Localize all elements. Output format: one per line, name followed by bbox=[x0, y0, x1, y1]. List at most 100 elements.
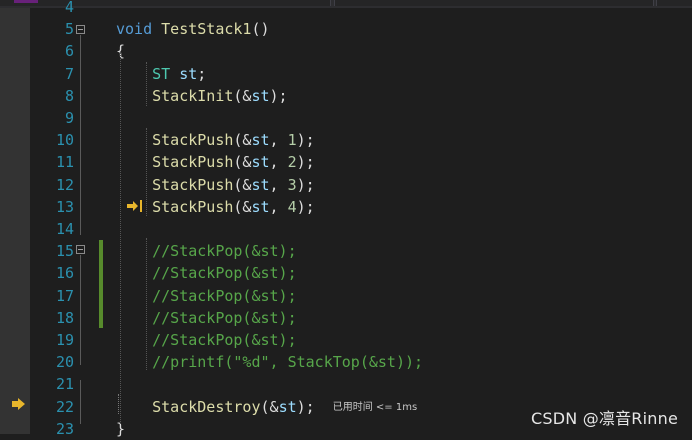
line-number: 23 bbox=[55, 419, 74, 438]
code-text: //printf("%d", StackTop(&st)); bbox=[116, 351, 423, 373]
code-token: st bbox=[278, 397, 297, 416]
line-number: 7 bbox=[64, 64, 74, 83]
code-token: ); bbox=[296, 197, 315, 216]
line-number: 17 bbox=[55, 286, 74, 305]
line-number: 13 bbox=[55, 197, 74, 216]
step-into-marker-icon bbox=[127, 200, 142, 212]
code-token: ); bbox=[296, 175, 315, 194]
indent-guide bbox=[146, 128, 147, 216]
code-token: StackPush bbox=[152, 131, 234, 150]
line-number: 5 bbox=[64, 20, 74, 39]
code-text: //StackPop(&st); bbox=[116, 329, 297, 351]
line-number: 19 bbox=[55, 331, 74, 349]
code-line[interactable]: 18 //StackPop(&st); bbox=[30, 307, 692, 329]
line-number: 20 bbox=[55, 353, 74, 372]
fold-range-line bbox=[80, 35, 81, 235]
glyph-margin[interactable] bbox=[0, 8, 30, 434]
code-token: st bbox=[251, 153, 270, 172]
code-line[interactable]: 16 //StackPop(&st); bbox=[30, 262, 692, 284]
code-token: StackDestroy bbox=[152, 397, 261, 416]
code-token: TestStack1 bbox=[161, 20, 252, 39]
code-token: //StackPop(&st); bbox=[152, 308, 297, 327]
code-token: () bbox=[251, 20, 270, 39]
code-text: //StackPop(&st); bbox=[116, 307, 297, 329]
line-number: 10 bbox=[55, 131, 74, 150]
code-token: //StackPop(&st); bbox=[152, 242, 297, 261]
line-number: 4 bbox=[64, 0, 74, 16]
code-token: StackInit bbox=[152, 86, 234, 105]
code-token: //printf("%d", StackTop(&st)); bbox=[152, 353, 424, 372]
code-text: StackInit(&st); bbox=[116, 85, 288, 107]
fold-range-line bbox=[80, 380, 81, 424]
indent-guide bbox=[146, 238, 147, 370]
code-token: //StackPop(&st); bbox=[152, 331, 297, 349]
code-line[interactable]: 5 void TestStack1() bbox=[30, 18, 692, 40]
code-line[interactable]: 6{ bbox=[30, 40, 692, 62]
fold-range-line bbox=[80, 255, 81, 365]
code-token: st bbox=[179, 64, 198, 83]
code-token: st bbox=[251, 131, 270, 150]
code-token: 2 bbox=[287, 153, 297, 172]
line-number: 14 bbox=[55, 220, 74, 238]
code-token: ); bbox=[296, 153, 315, 172]
line-number: 12 bbox=[55, 175, 74, 194]
text-caret bbox=[118, 394, 121, 414]
code-line[interactable]: 4 bbox=[30, 0, 692, 18]
code-line[interactable]: 14 bbox=[30, 218, 692, 240]
line-number: 22 bbox=[55, 397, 74, 416]
code-token: (& bbox=[233, 86, 252, 105]
code-token: StackPush bbox=[152, 197, 234, 216]
code-line[interactable]: 7 ST st; bbox=[30, 63, 692, 85]
code-line[interactable]: 20 //printf("%d", StackTop(&st)); bbox=[30, 351, 692, 373]
code-token: (& bbox=[233, 131, 252, 150]
code-line[interactable]: 21 bbox=[30, 373, 692, 395]
code-token: StackPush bbox=[152, 175, 234, 194]
code-token: st bbox=[251, 197, 270, 216]
collapse-region-icon[interactable] bbox=[76, 25, 85, 34]
line-number: 9 bbox=[64, 109, 74, 127]
line-number: 18 bbox=[55, 308, 74, 327]
line-number: 16 bbox=[55, 264, 74, 283]
csdn-watermark: CSDN @凛音Rinne bbox=[531, 409, 678, 428]
line-number: 8 bbox=[64, 86, 74, 105]
code-text: ST st; bbox=[116, 63, 206, 85]
code-token: (& bbox=[233, 175, 252, 194]
code-line[interactable]: 10 StackPush(&st, 1); bbox=[30, 129, 692, 151]
code-text: //StackPop(&st); bbox=[116, 262, 297, 284]
code-line[interactable]: 17 //StackPop(&st); bbox=[30, 285, 692, 307]
code-token: ); bbox=[269, 86, 288, 105]
line-number: 11 bbox=[55, 153, 74, 172]
code-token: st bbox=[251, 175, 270, 194]
code-line[interactable]: 8 StackInit(&st); bbox=[30, 85, 692, 107]
code-line[interactable]: 11 StackPush(&st, 2); bbox=[30, 151, 692, 173]
current-statement-arrow-icon[interactable] bbox=[12, 398, 26, 410]
line-number: 15 bbox=[55, 242, 74, 261]
change-tracking-bar bbox=[99, 240, 103, 328]
code-token: , bbox=[269, 197, 288, 216]
code-token: ); bbox=[296, 131, 315, 150]
code-token: void bbox=[116, 20, 153, 39]
code-token: (& bbox=[233, 153, 252, 172]
code-token: , bbox=[269, 175, 288, 194]
code-line[interactable]: 15 //StackPop(&st); bbox=[30, 240, 692, 262]
code-line[interactable]: 12 StackPush(&st, 3); bbox=[30, 174, 692, 196]
code-token: (& bbox=[233, 197, 252, 216]
code-text: //StackPop(&st); bbox=[116, 285, 297, 307]
code-token: 3 bbox=[287, 175, 297, 194]
code-token: 1 bbox=[287, 131, 297, 150]
code-line[interactable]: 19 //StackPop(&st); bbox=[30, 329, 692, 351]
indent-guide bbox=[120, 52, 121, 424]
collapse-region-icon[interactable] bbox=[76, 245, 85, 254]
code-token: ; bbox=[197, 64, 207, 83]
code-text: void TestStack1() bbox=[116, 18, 270, 40]
code-token: //StackPop(&st); bbox=[152, 264, 297, 283]
code-token: st bbox=[251, 86, 270, 105]
code-line[interactable]: 9 bbox=[30, 107, 692, 129]
indent-guide bbox=[146, 62, 147, 106]
code-token: ); bbox=[296, 397, 315, 416]
code-token: , bbox=[269, 153, 288, 172]
perf-tip[interactable]: 已用时间 <= 1ms bbox=[333, 402, 417, 413]
